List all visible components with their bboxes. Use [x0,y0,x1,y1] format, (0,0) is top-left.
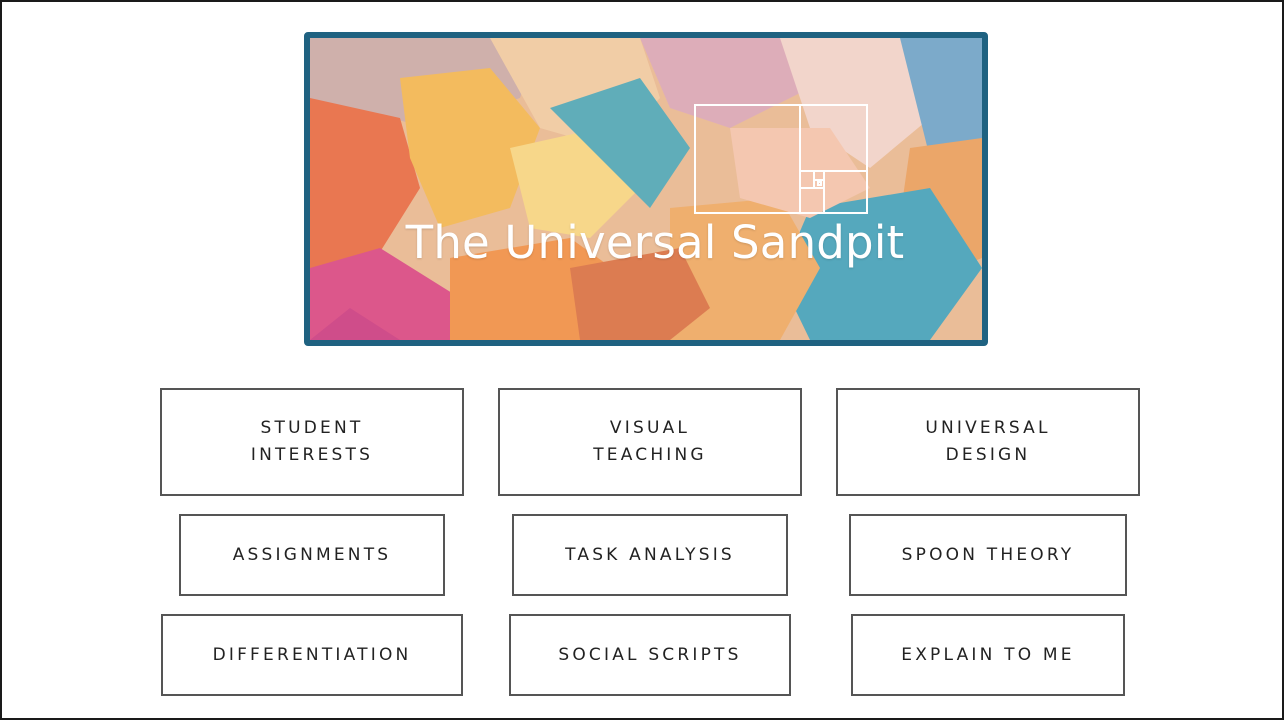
site-title: The Universal Sandpit [405,216,905,269]
social-scripts-button[interactable]: SOCIAL SCRIPTS [509,614,791,696]
explain-to-me-label: EXPLAIN TO ME [901,644,1075,665]
differentiation-button[interactable]: DIFFERENTIATION [161,614,463,696]
page-frame: The Universal Sandpit STUDENT INTERESTS … [0,0,1284,720]
student-interests-button[interactable]: STUDENT INTERESTS [160,388,464,496]
assignments-label: ASSIGNMENTS [232,544,392,565]
visual-teaching-label: VISUAL TEACHING [593,418,707,465]
abstract-paint-background [310,38,982,340]
assignments-button[interactable]: ASSIGNMENTS [179,514,445,596]
social-scripts-label: SOCIAL SCRIPTS [558,644,742,665]
header-banner[interactable]: The Universal Sandpit [304,32,988,346]
task-analysis-label: TASK ANALYSIS [565,544,735,565]
task-analysis-button[interactable]: TASK ANALYSIS [512,514,788,596]
student-interests-label: STUDENT INTERESTS [250,418,374,465]
golden-ratio-logo-icon [694,104,868,214]
universal-design-label: UNIVERSAL DESIGN [925,418,1051,465]
explain-to-me-button[interactable]: EXPLAIN TO ME [851,614,1125,696]
spoon-theory-button[interactable]: SPOON THEORY [849,514,1127,596]
universal-design-button[interactable]: UNIVERSAL DESIGN [836,388,1140,496]
visual-teaching-button[interactable]: VISUAL TEACHING [498,388,802,496]
spoon-theory-label: SPOON THEORY [901,544,1075,565]
differentiation-label: DIFFERENTIATION [212,644,412,665]
